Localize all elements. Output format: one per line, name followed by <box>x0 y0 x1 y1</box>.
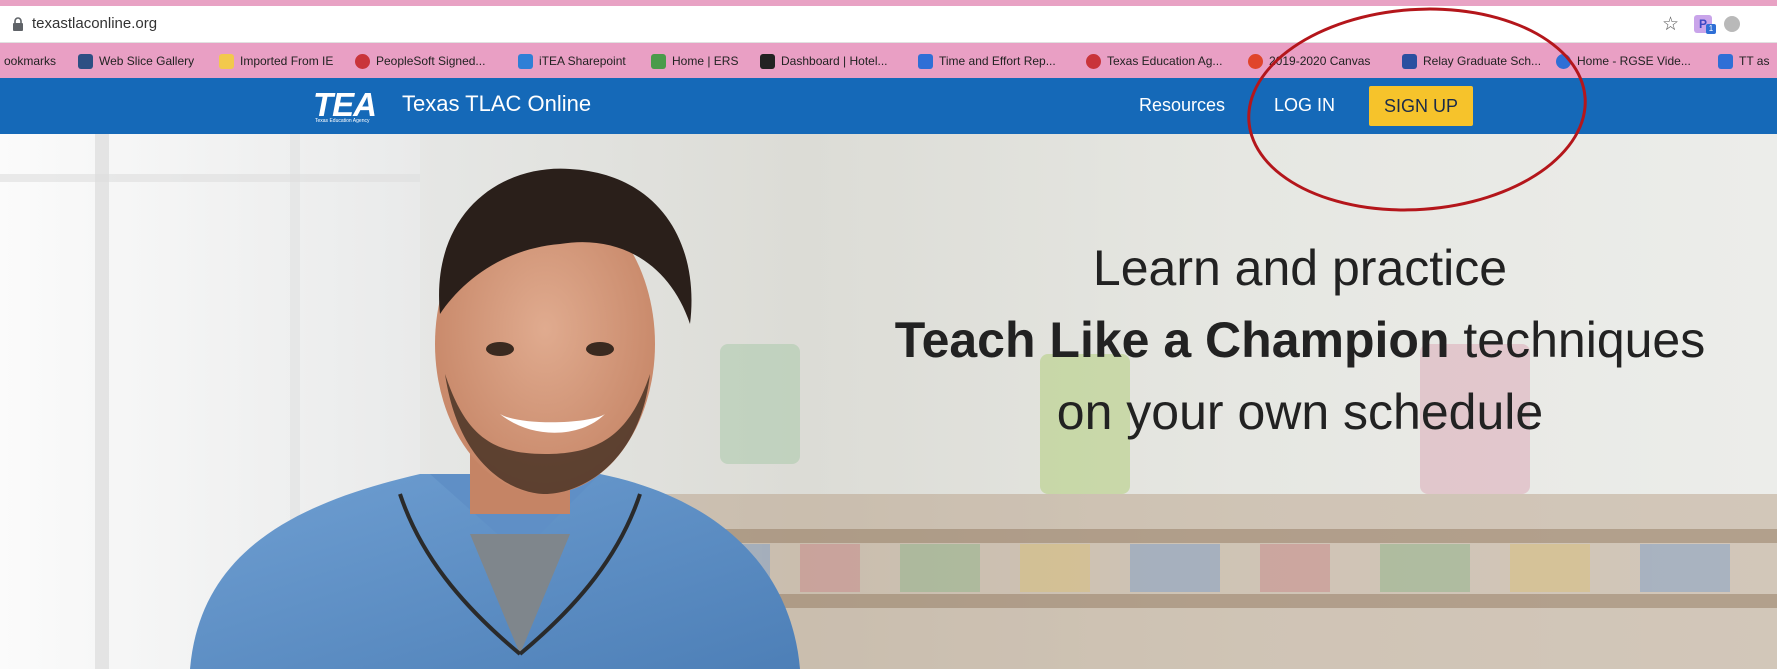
hero-line-3: on your own schedule <box>1056 384 1544 440</box>
rgse-icon <box>1556 53 1571 69</box>
bookmark-item[interactable]: Home - RGSE Vide... <box>1556 52 1691 70</box>
canvas-icon <box>1248 53 1263 69</box>
bookmark-item[interactable]: Relay Graduate Sch... <box>1402 52 1541 70</box>
bookmark-item[interactable]: PeopleSoft Signed... <box>355 52 485 70</box>
tea-logo[interactable]: TEA Texas Education Agency <box>313 86 393 124</box>
lock-icon <box>13 17 23 31</box>
bookmark-item[interactable]: ookmarks <box>4 52 56 70</box>
hero-line-2: Teach Like a Champion techniques <box>830 300 1770 380</box>
bookmark-item[interactable]: iTEA Sharepoint <box>518 52 626 70</box>
bookmark-item[interactable]: Time and Effort Rep... <box>918 52 1056 70</box>
hero-section: Learn and practice Teach Like a Champion… <box>0 134 1777 669</box>
tt-icon <box>1718 53 1733 69</box>
hero-line-2-bold: Teach Like a Champion <box>894 312 1450 368</box>
bookmark-item[interactable]: Dashboard | Hotel... <box>760 52 888 70</box>
profile-avatar-icon[interactable] <box>1724 16 1740 32</box>
ers-icon <box>651 53 666 69</box>
bookmark-label: Time and Effort Rep... <box>939 54 1056 68</box>
bookmark-item[interactable]: TT as <box>1718 52 1769 70</box>
bookmark-item[interactable]: Web Slice Gallery <box>78 52 194 70</box>
bookmark-label: PeopleSoft Signed... <box>376 54 486 68</box>
address-bar[interactable]: texastlaconline.org ☆ P 1 <box>0 6 1777 43</box>
bookmark-label: ookmarks <box>4 54 57 68</box>
extension-badge: 1 <box>1706 24 1716 34</box>
site-nav: TEA Texas Education Agency Texas TLAC On… <box>0 78 1777 134</box>
bookmarks-bar: ookmarks Web Slice Gallery Imported From I… <box>0 43 1777 78</box>
tea-small-icon <box>918 53 933 69</box>
sharepoint-icon <box>518 53 533 69</box>
folder-icon <box>219 53 234 69</box>
hero-line-1: Learn and practice <box>1092 240 1508 296</box>
bookmark-label: Home | ERS <box>672 54 739 68</box>
web-slice-icon <box>78 53 93 69</box>
bookmark-label: Web Slice Gallery <box>99 54 195 68</box>
hotel-icon <box>760 53 775 69</box>
hero-line-2-rest: techniques <box>1449 312 1706 368</box>
signup-button[interactable]: SIGN UP <box>1369 86 1473 126</box>
bookmark-label: Relay Graduate Sch... <box>1423 54 1542 68</box>
relay-icon <box>1402 53 1417 69</box>
bookmark-label: 2019-2020 Canvas <box>1269 54 1371 68</box>
bookmark-label: Home - RGSE Vide... <box>1577 54 1691 68</box>
bookmark-label: Imported From IE <box>240 54 334 68</box>
logo-tagline: Texas Education Agency <box>315 118 370 124</box>
bookmark-label: TT as <box>1739 54 1770 68</box>
url-text[interactable]: texastlaconline.org <box>32 15 157 32</box>
bookmark-item[interactable]: 2019-2020 Canvas <box>1248 52 1370 70</box>
bookmark-star-icon[interactable]: ☆ <box>1662 13 1679 36</box>
bookmark-label: Dashboard | Hotel... <box>781 54 888 68</box>
tea-agency-icon <box>1086 53 1101 69</box>
bookmark-item[interactable]: Home | ERS <box>651 52 738 70</box>
login-link[interactable]: LOG IN <box>1274 95 1335 116</box>
site-title[interactable]: Texas TLAC Online <box>402 91 591 117</box>
bookmark-label: Texas Education Ag... <box>1107 54 1223 68</box>
bookmark-item[interactable]: Texas Education Ag... <box>1086 52 1222 70</box>
bookmark-item[interactable]: Imported From IE <box>219 52 333 70</box>
nav-resources-link[interactable]: Resources <box>1139 95 1225 116</box>
peoplesoft-icon <box>355 53 370 69</box>
bookmark-label: iTEA Sharepoint <box>539 54 626 68</box>
hero-headline: Learn and practice Teach Like a Champion… <box>830 236 1770 444</box>
